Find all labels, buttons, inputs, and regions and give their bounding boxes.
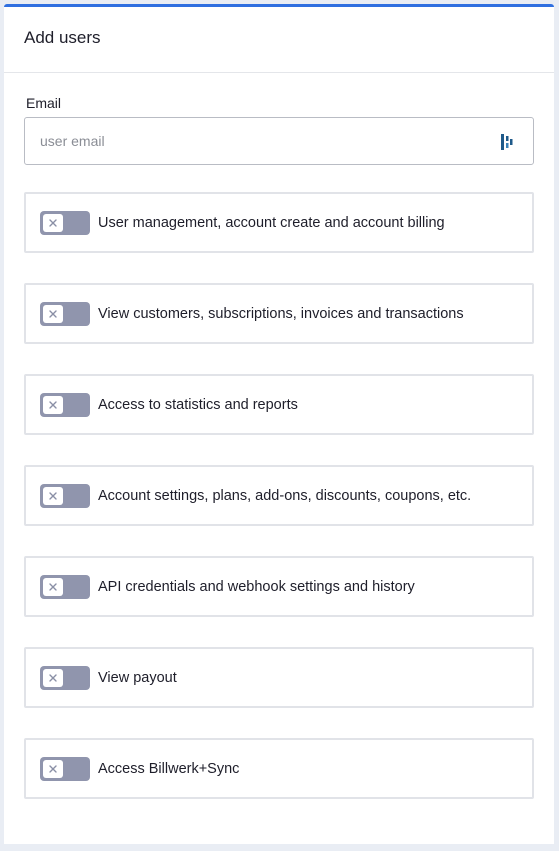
permission-list: User management, account create and acco…	[24, 192, 534, 829]
add-users-panel: Add users Email User management, account…	[4, 4, 554, 844]
toggle-knob	[43, 213, 63, 232]
permission-toggle[interactable]	[40, 483, 90, 508]
x-icon	[49, 673, 57, 682]
permission-label: API credentials and webhook settings and…	[98, 578, 415, 595]
toggle-knob	[43, 759, 63, 778]
panel-header: Add users	[4, 7, 554, 73]
permission-item-1: User management, account create and acco…	[24, 192, 534, 253]
permission-toggle[interactable]	[40, 392, 90, 417]
permission-item-6: View payout	[24, 647, 534, 708]
permission-label: Access to statistics and reports	[98, 396, 298, 413]
permission-label: View payout	[98, 669, 177, 686]
permission-toggle[interactable]	[40, 301, 90, 326]
email-label: Email	[26, 95, 62, 111]
email-field-wrapper	[24, 117, 534, 165]
permission-item-3: Access to statistics and reports	[24, 374, 534, 435]
permission-item-2: View customers, subscriptions, invoices …	[24, 283, 534, 344]
permission-label: View customers, subscriptions, invoices …	[98, 305, 464, 322]
permission-toggle[interactable]	[40, 574, 90, 599]
permission-item-4: Account settings, plans, add-ons, discou…	[24, 465, 534, 526]
permission-label: Account settings, plans, add-ons, discou…	[98, 487, 472, 504]
permission-toggle[interactable]	[40, 210, 90, 235]
email-input[interactable]	[25, 118, 533, 164]
panel-title: Add users	[24, 27, 101, 47]
password-manager-icon[interactable]	[501, 134, 513, 150]
x-icon	[49, 309, 57, 318]
x-icon	[49, 218, 57, 227]
toggle-knob	[43, 486, 63, 505]
permission-item-5: API credentials and webhook settings and…	[24, 556, 534, 617]
x-icon	[49, 491, 57, 500]
permission-toggle[interactable]	[40, 756, 90, 781]
toggle-knob	[43, 668, 63, 687]
x-icon	[49, 764, 57, 773]
x-icon	[49, 400, 57, 409]
permission-label: User management, account create and acco…	[98, 214, 445, 231]
x-icon	[49, 582, 57, 591]
toggle-knob	[43, 304, 63, 323]
permission-label: Access Billwerk+Sync	[98, 760, 240, 777]
permission-toggle[interactable]	[40, 665, 90, 690]
toggle-knob	[43, 395, 63, 414]
toggle-knob	[43, 577, 63, 596]
permission-item-7: Access Billwerk+Sync	[24, 738, 534, 799]
